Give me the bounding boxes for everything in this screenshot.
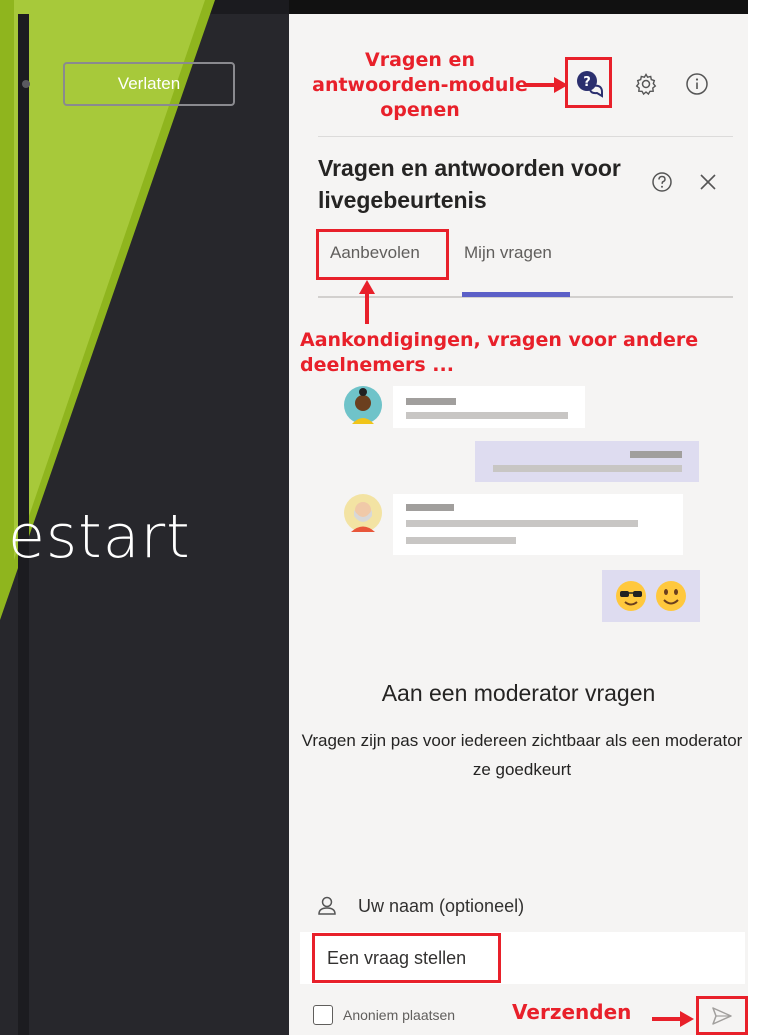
annotation-arrow-icon <box>524 77 568 93</box>
name-field-placeholder: Uw naam (optioneel) <box>358 895 525 916</box>
close-icon[interactable] <box>694 168 722 196</box>
anonymous-label: Anoniem plaatsen <box>343 1007 456 1023</box>
chat-bubble <box>393 386 585 428</box>
help-icon[interactable] <box>648 168 676 196</box>
panel-title: Vragen en antwoorden voor livegebeurteni… <box>318 155 621 213</box>
panel-top-bar <box>289 0 748 14</box>
avatar <box>344 494 382 532</box>
stage-slide-text: estart <box>8 502 191 572</box>
annotation-open-module: Vragen en antwoorden-module openen <box>312 49 528 121</box>
question-input-placeholder[interactable]: Een vraag stellen <box>312 933 501 983</box>
tab-recommended[interactable]: Aanbevolen <box>330 243 420 263</box>
window-edge <box>748 0 762 1035</box>
cool-emoji-icon <box>616 581 646 611</box>
leave-button[interactable]: Verlaten <box>63 62 235 106</box>
emoji-bubble <box>602 570 700 622</box>
smile-emoji-icon <box>656 581 686 611</box>
qa-module-button[interactable]: ? <box>565 57 612 108</box>
qa-chat-icon: ? <box>577 71 603 98</box>
stage-indicator-dot <box>22 80 30 88</box>
tab-my-questions[interactable]: Mijn vragen <box>464 243 552 263</box>
annotation-arrow-icon <box>652 1011 694 1027</box>
annotation-arrow-up-icon <box>359 280 375 324</box>
annotation-send: Verzenden <box>512 1000 632 1024</box>
send-button[interactable] <box>696 996 748 1035</box>
empty-state-illustration <box>333 380 713 630</box>
svg-text:?: ? <box>583 75 591 90</box>
ask-moderator-title: Aan een moderator vragen <box>381 680 656 706</box>
anonymous-checkbox[interactable] <box>313 1005 333 1025</box>
name-field[interactable]: Uw naam (optioneel) <box>316 890 716 922</box>
chat-bubble-own <box>475 441 699 482</box>
chat-bubble <box>393 494 683 555</box>
person-icon <box>318 896 336 915</box>
send-icon <box>712 1006 732 1025</box>
info-icon[interactable] <box>681 68 713 100</box>
header-divider <box>318 136 733 137</box>
tab-selected-indicator <box>462 292 570 297</box>
anonymous-option[interactable]: Anoniem plaatsen <box>313 1005 455 1025</box>
gear-icon[interactable] <box>630 68 662 100</box>
avatar <box>344 386 382 424</box>
annotation-recommended: Aankondigingen, vragen voor andere deeln… <box>300 329 699 376</box>
ask-moderator-description: Vragen zijn pas voor iedereen zichtbaar … <box>301 731 743 779</box>
